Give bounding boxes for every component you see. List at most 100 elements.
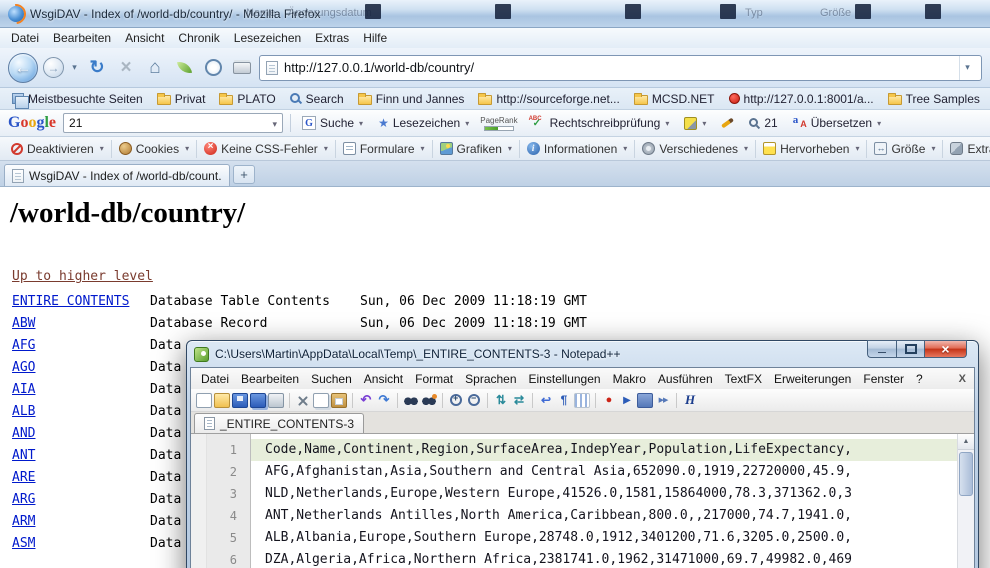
bookmark-item[interactable]: Tree Samples	[882, 91, 986, 107]
close-button[interactable]	[925, 340, 967, 358]
minimize-button[interactable]	[867, 340, 896, 358]
menu-item[interactable]: Ansicht	[118, 29, 171, 47]
menu-item[interactable]: Bearbeiten	[46, 29, 118, 47]
listing-link[interactable]: ASM	[12, 536, 150, 551]
save-icon[interactable]	[232, 393, 248, 408]
translate-button[interactable]: Übersetzen	[789, 114, 885, 132]
webdev-menu-item[interactable]: Informationen	[520, 140, 635, 158]
webdev-menu-item[interactable]: Grafiken	[433, 140, 520, 158]
menu-item[interactable]: Extras	[308, 29, 356, 47]
notepadpp-menu-item[interactable]: Format	[409, 370, 459, 388]
redo-icon[interactable]	[376, 393, 392, 408]
copy-icon[interactable]	[313, 393, 329, 408]
listing-link[interactable]: AIA	[12, 382, 150, 397]
bookmark-item[interactable]: Finn und Jannes	[352, 91, 471, 107]
zoom-in-icon[interactable]	[448, 393, 464, 408]
bookmark-item[interactable]: Meistbesuchte Seiten	[6, 91, 149, 107]
textfx-icon[interactable]	[682, 393, 698, 408]
google-search-button[interactable]: Suche	[298, 114, 367, 132]
up-to-higher-level-link[interactable]: Up to higher level	[12, 269, 153, 284]
notepadpp-menu-item[interactable]: Sprachen	[459, 370, 522, 388]
notepadpp-menu-item[interactable]: Bearbeiten	[235, 370, 305, 388]
word-wrap-icon[interactable]	[538, 393, 554, 408]
sync-scroll-h-icon[interactable]	[511, 393, 527, 408]
notepadpp-menu-item[interactable]: Datei	[195, 370, 235, 388]
google-logo[interactable]	[8, 114, 56, 132]
notepadpp-menu-item[interactable]: Ausführen	[652, 370, 719, 388]
notepadpp-menu-item[interactable]: Ansicht	[358, 370, 409, 388]
new-file-icon[interactable]	[196, 393, 212, 408]
record-macro-icon[interactable]	[601, 393, 617, 408]
bookmark-item[interactable]: http://sourceforge.net...	[472, 91, 625, 107]
new-tab-button[interactable]: +	[233, 165, 255, 184]
scroll-up-button[interactable]	[958, 434, 974, 450]
notepadpp-menu-item[interactable]: Suchen	[305, 370, 358, 388]
find-icon[interactable]	[403, 393, 419, 408]
webdev-menu-item[interactable]: Verschiedenes	[635, 140, 756, 158]
page-counter[interactable]: 21	[745, 114, 781, 132]
save-all-icon[interactable]	[250, 393, 266, 408]
firefox-titlebar[interactable]: WsgiDAV - Index of /world-db/country/ - …	[0, 0, 990, 28]
paste-icon[interactable]	[331, 393, 347, 408]
bookmark-item[interactable]: http://127.0.0.1:8001/a...	[723, 91, 880, 107]
indent-guide-icon[interactable]	[574, 393, 590, 408]
notepadpp-titlebar[interactable]: C:\Users\Martin\AppData\Local\Temp\_ENTI…	[190, 341, 975, 367]
url-dropdown[interactable]	[959, 56, 975, 80]
open-file-icon[interactable]	[214, 393, 230, 408]
listing-link[interactable]: ARM	[12, 514, 150, 529]
back-button[interactable]	[8, 53, 38, 83]
listing-link[interactable]: ANT	[12, 448, 150, 463]
zoom-out-icon[interactable]	[466, 393, 482, 408]
editor[interactable]: 1 Code,Name,Continent,Region,SurfaceArea…	[191, 434, 974, 568]
spellcheck-button[interactable]: Rechtschreibprüfung	[525, 114, 674, 132]
listing-link[interactable]: AGO	[12, 360, 150, 375]
webdev-menu-item[interactable]: Keine CSS-Fehler	[197, 140, 336, 158]
listing-link[interactable]: ARE	[12, 470, 150, 485]
forward-button[interactable]	[43, 57, 64, 78]
tab-wsgidav[interactable]: WsgiDAV - Index of /world-db/count...	[4, 164, 230, 186]
reload-button[interactable]	[85, 56, 109, 80]
listing-link[interactable]: AND	[12, 426, 150, 441]
listing-link[interactable]: ABW	[12, 316, 150, 331]
bookmark-item[interactable]: Search	[284, 91, 350, 107]
stop-button[interactable]	[114, 56, 138, 80]
notepadpp-menu-item[interactable]: ?	[910, 370, 929, 388]
menu-item[interactable]: Chronik	[171, 29, 226, 47]
quill-icon[interactable]	[172, 56, 196, 80]
webdev-menu-item[interactable]: Hervorheben	[756, 140, 867, 158]
cut-icon[interactable]	[295, 393, 311, 408]
home-button[interactable]	[143, 56, 167, 80]
pagerank-widget[interactable]: PageRank	[480, 116, 517, 131]
menubar-close-icon[interactable]: X	[959, 373, 966, 385]
notepadpp-menu-item[interactable]: Einstellungen	[523, 370, 607, 388]
webdev-menu-item[interactable]: Deaktivieren	[4, 140, 112, 158]
menu-item[interactable]: Hilfe	[356, 29, 394, 47]
google-bookmarks-button[interactable]: Lesezeichen	[374, 114, 473, 132]
webdev-menu-item[interactable]: Extras	[943, 140, 990, 158]
notepadpp-menu-item[interactable]: Erweiterungen	[768, 370, 857, 388]
listing-link[interactable]: ALB	[12, 404, 150, 419]
show-symbols-icon[interactable]	[556, 393, 572, 408]
notepadpp-menu-item[interactable]: Fenster	[857, 370, 910, 388]
replace-icon[interactable]	[421, 393, 437, 408]
clock-icon[interactable]	[201, 56, 225, 80]
save-macro-icon[interactable]	[637, 393, 653, 408]
notepadpp-menu-item[interactable]: Makro	[607, 370, 652, 388]
listing-link[interactable]: AFG	[12, 338, 150, 353]
menu-item[interactable]: Datei	[4, 29, 46, 47]
undo-icon[interactable]	[358, 393, 374, 408]
document-tab[interactable]: _ENTIRE_CONTENTS-3	[194, 413, 364, 433]
listing-link[interactable]: ENTIRE CONTENTS	[12, 294, 150, 309]
run-multi-icon[interactable]	[655, 393, 671, 408]
notepadpp-menu-item[interactable]: TextFX	[719, 370, 768, 388]
edit-button[interactable]	[717, 119, 738, 127]
webdev-menu-item[interactable]: Größe	[867, 140, 943, 158]
editor-scrollbar[interactable]	[957, 434, 974, 568]
search-dropdown-icon[interactable]	[272, 114, 277, 132]
menu-item[interactable]: Lesezeichen	[227, 29, 308, 47]
print-button[interactable]	[230, 56, 254, 80]
google-search-input[interactable]: 21	[63, 113, 283, 133]
sync-scroll-v-icon[interactable]	[493, 393, 509, 408]
bookmark-item[interactable]: Privat	[151, 91, 212, 107]
highlighter-button[interactable]	[680, 115, 710, 132]
